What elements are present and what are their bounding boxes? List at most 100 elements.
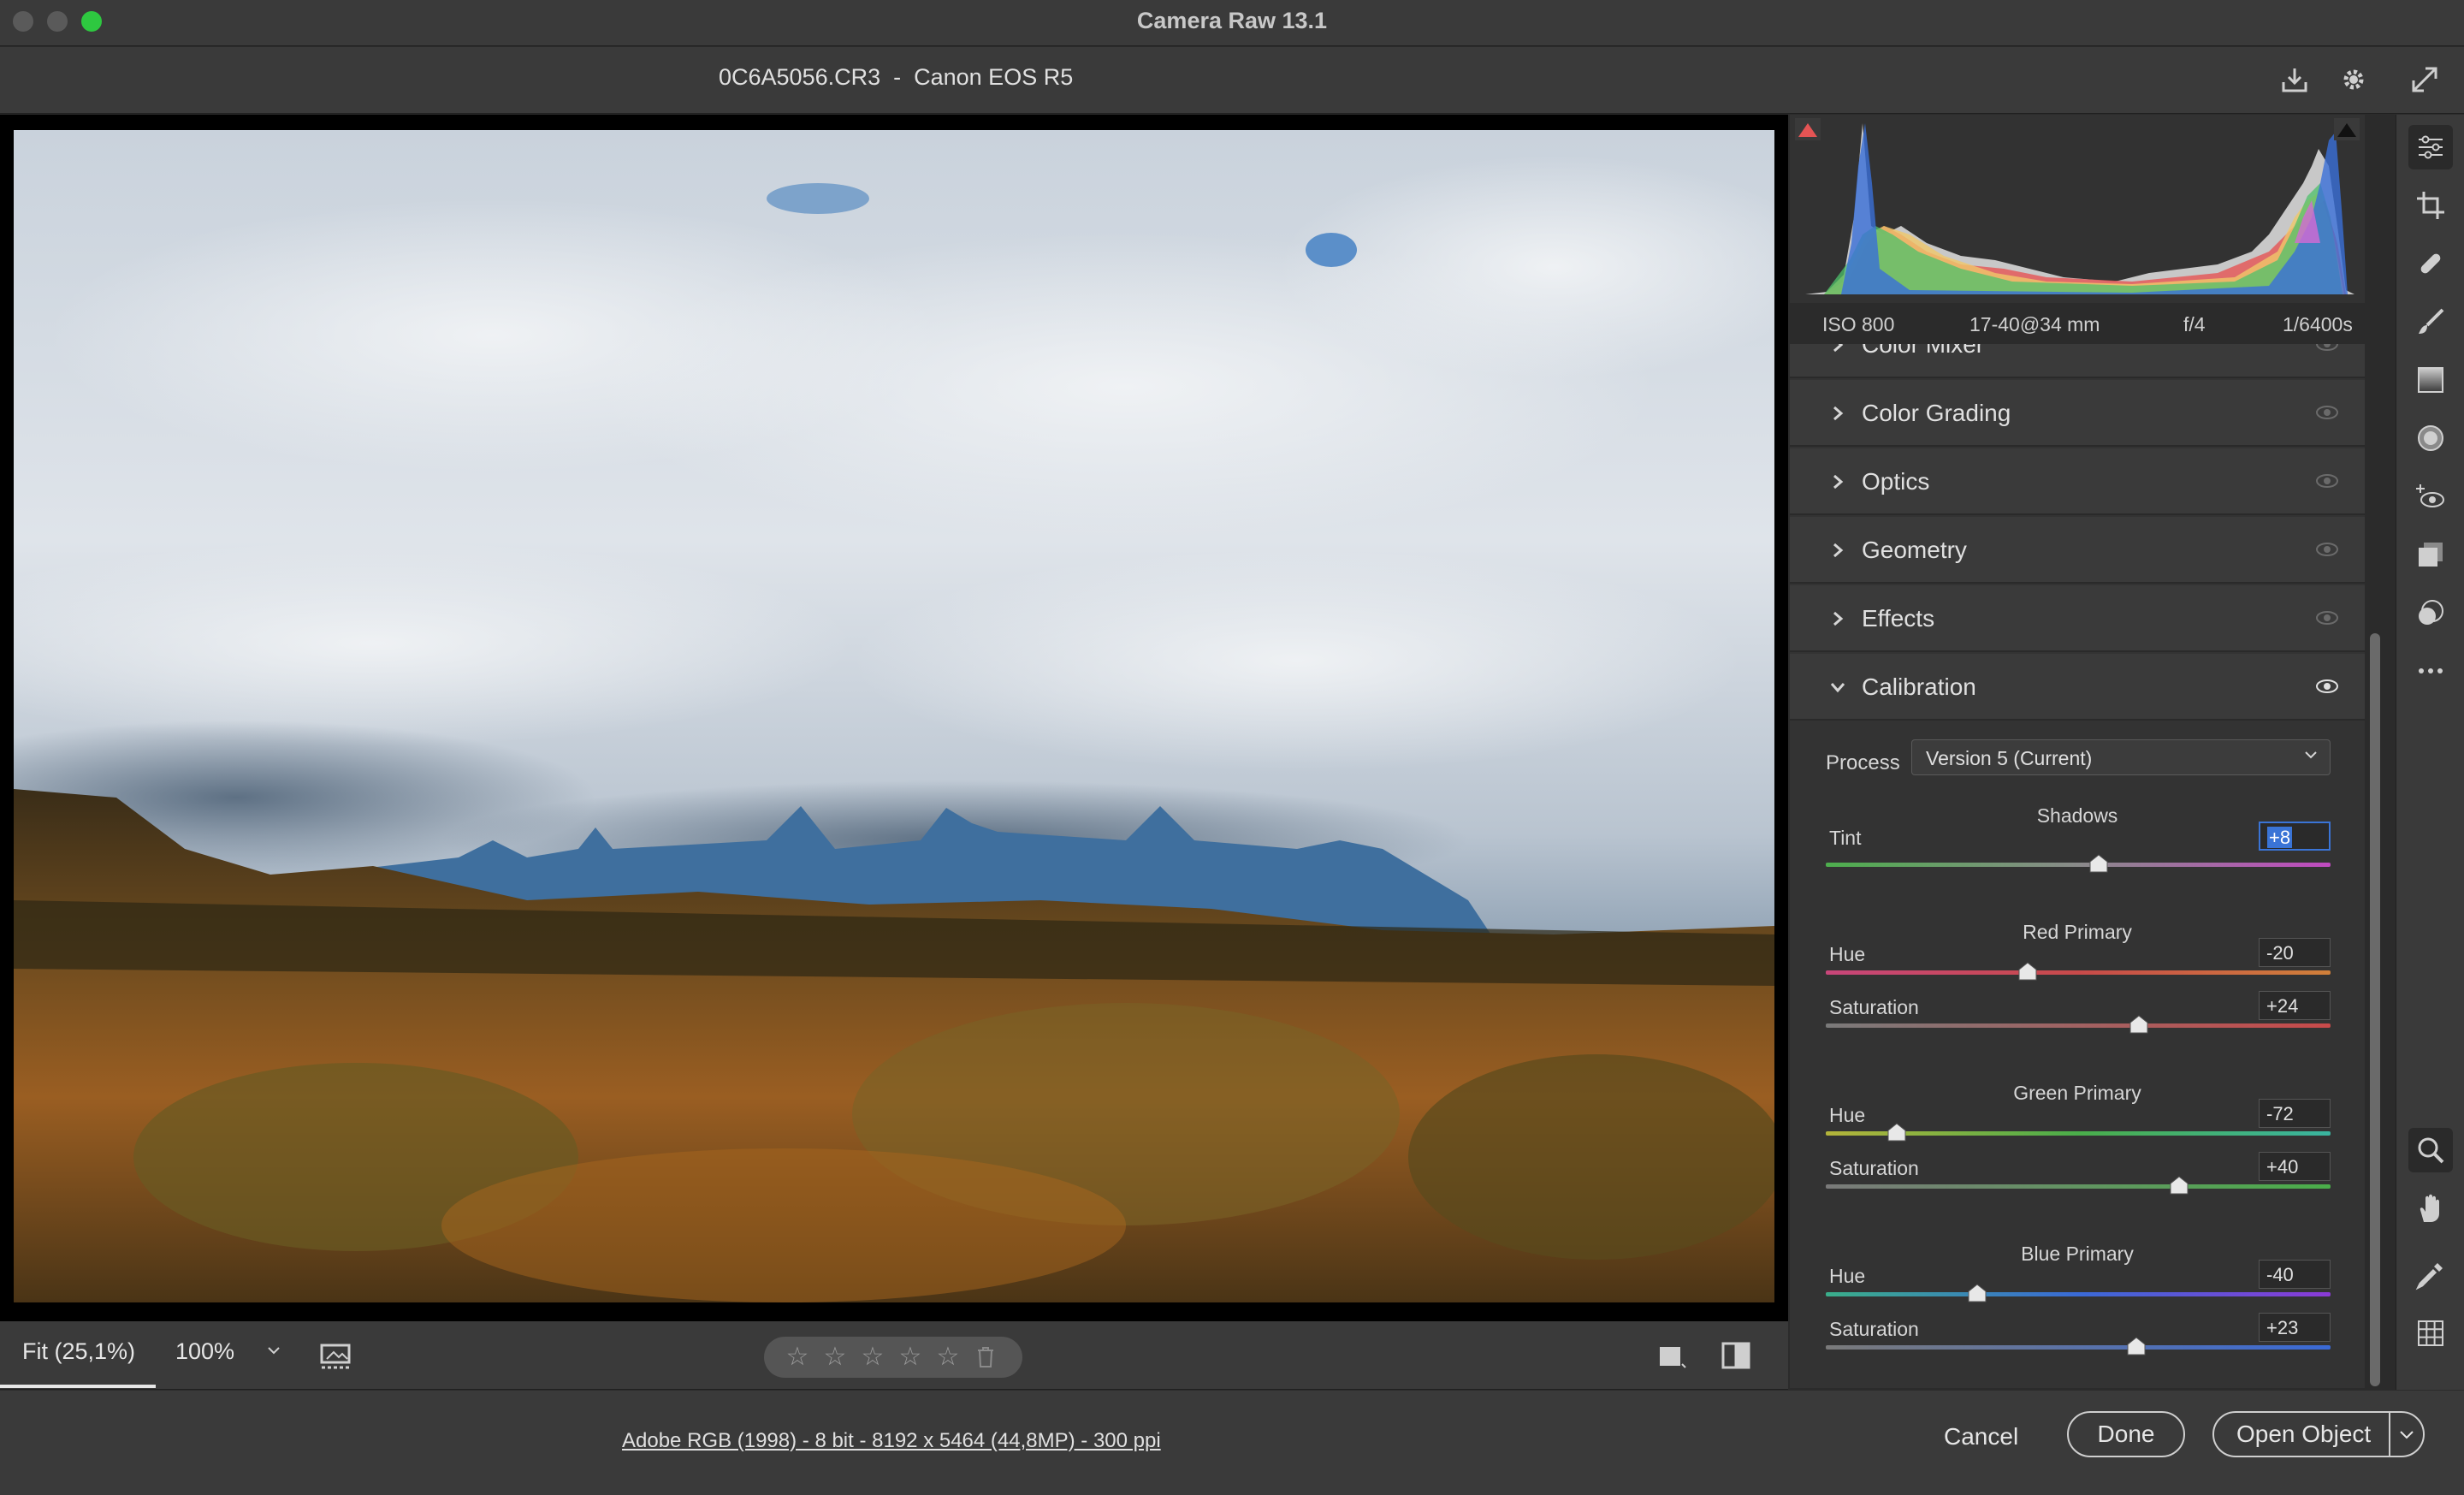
section-color-mixer[interactable]: Color Mixer	[1790, 344, 2365, 378]
expand-icon	[2412, 67, 2437, 92]
grid-overlay-button[interactable]	[2408, 1311, 2453, 1356]
green-saturation-input[interactable]: +40	[2259, 1152, 2331, 1181]
eye-icon[interactable]	[2315, 540, 2339, 559]
section-title: Geometry	[1862, 537, 1967, 563]
star-3-icon[interactable]: ☆	[858, 1344, 887, 1370]
star-1-icon[interactable]: ☆	[783, 1344, 812, 1370]
color-sampler-tool-button[interactable]	[2408, 1253, 2453, 1297]
section-effects[interactable]: Effects	[1790, 585, 2365, 652]
green-hue-input[interactable]: -72	[2259, 1099, 2331, 1128]
star-2-icon[interactable]: ☆	[820, 1344, 850, 1370]
shadows-tint-track[interactable]	[1826, 863, 2331, 867]
fit-zoom-button[interactable]: Fit (25,1%)	[22, 1338, 135, 1365]
blue-saturation-slider-thumb[interactable]	[2127, 1337, 2146, 1356]
blue-saturation-track[interactable]	[1826, 1345, 2331, 1350]
more-icon	[2419, 668, 2443, 673]
photo-preview[interactable]	[14, 130, 1774, 1302]
chevron-down-icon[interactable]	[2399, 1430, 2414, 1440]
mark-for-deletion-button[interactable]	[971, 1346, 1000, 1368]
open-object-button[interactable]: Open Object	[2212, 1411, 2425, 1457]
crop-tool-button[interactable]	[2408, 183, 2453, 228]
section-calibration[interactable]: Calibration	[1790, 654, 2365, 721]
star-5-icon[interactable]: ☆	[933, 1344, 962, 1370]
star-rating: ☆ ☆ ☆ ☆ ☆	[764, 1337, 1022, 1378]
section-optics[interactable]: Optics	[1790, 448, 2365, 515]
red-hue-track[interactable]	[1826, 970, 2331, 975]
red-hue-input[interactable]: -20	[2259, 938, 2331, 967]
zoom-100-button[interactable]: 100%	[175, 1338, 234, 1365]
chevron-down-icon	[268, 1347, 280, 1355]
hand-icon	[2420, 1194, 2439, 1222]
blue-hue-input[interactable]: -40	[2259, 1260, 2331, 1289]
edit-tool-button[interactable]	[2408, 125, 2453, 169]
histogram-graph	[1790, 115, 2365, 303]
green-saturation-track[interactable]	[1826, 1184, 2331, 1189]
blue-hue-track[interactable]	[1826, 1292, 2331, 1296]
section-color-grading[interactable]: Color Grading	[1790, 380, 2365, 447]
grid-icon	[2418, 1320, 2443, 1346]
cycle-view-button[interactable]	[1656, 1340, 1687, 1371]
crop-icon	[2417, 192, 2444, 219]
more-tools-button[interactable]	[2408, 649, 2453, 693]
bandage-icon	[2420, 253, 2441, 274]
eye-icon[interactable]	[2315, 403, 2339, 422]
section-title: Effects	[1862, 605, 1935, 632]
green-hue-label: Hue	[1829, 1104, 1866, 1126]
chevron-right-icon	[1827, 606, 1848, 632]
radial-gradient-tool-button[interactable]	[2408, 416, 2453, 460]
header-bar: 0C6A5056.CR3 - Canon EOS R5	[0, 47, 2464, 114]
shadows-tint-input[interactable]: +8	[2259, 822, 2331, 851]
highlight-clipping-warning-button[interactable]	[2334, 118, 2360, 140]
cancel-button[interactable]: Cancel	[1944, 1423, 2018, 1451]
open-object-label: Open Object	[2236, 1421, 2372, 1447]
blue-saturation-input[interactable]: +23	[2259, 1313, 2331, 1342]
shadow-clipping-warning-button[interactable]	[1795, 118, 1821, 140]
healing-tool-button[interactable]	[2408, 241, 2453, 286]
eye-icon[interactable]	[2315, 608, 2339, 627]
app-title: Camera Raw 13.1	[1136, 8, 1328, 33]
footer-bar: Adobe RGB (1998) - 8 bit - 8192 x 5464 (…	[0, 1391, 2464, 1495]
fullscreen-button[interactable]	[2404, 59, 2445, 100]
workflow-options-link[interactable]: Adobe RGB (1998) - 8 bit - 8192 x 5464 (…	[622, 1429, 1161, 1453]
hand-tool-button[interactable]	[2408, 1186, 2453, 1231]
red-saturation-track[interactable]	[1826, 1023, 2331, 1028]
snapshots-tool-button[interactable]	[2408, 532, 2453, 577]
zoom-tool-button[interactable]	[2408, 1128, 2453, 1172]
fit-zoom-selected-indicator	[0, 1385, 156, 1388]
green-hue-slider-thumb[interactable]	[1887, 1123, 1906, 1142]
brush-tool-button[interactable]	[2408, 300, 2453, 344]
red-saturation-slider-thumb[interactable]	[2129, 1015, 2148, 1034]
done-button[interactable]: Done	[2067, 1411, 2185, 1457]
histogram	[1790, 115, 2365, 303]
shadows-tint-slider-thumb[interactable]	[2089, 854, 2108, 873]
split-divider	[2389, 1413, 2390, 1456]
chevron-down-icon	[1827, 674, 1848, 700]
linear-gradient-tool-button[interactable]	[2408, 358, 2453, 402]
blue-hue-slider-thumb[interactable]	[1968, 1284, 1987, 1302]
chevron-down-icon	[2305, 751, 2317, 759]
edit-panel-scrollbar[interactable]	[2370, 633, 2382, 1386]
chevron-right-icon	[1827, 344, 1848, 358]
section-geometry[interactable]: Geometry	[1790, 517, 2365, 584]
eye-icon[interactable]	[2315, 344, 2339, 353]
red-eye-tool-button[interactable]	[2408, 474, 2453, 519]
green-saturation-slider-thumb[interactable]	[2170, 1176, 2189, 1195]
chevron-right-icon	[1827, 469, 1848, 495]
eye-icon[interactable]	[2315, 677, 2339, 696]
preferences-button[interactable]	[2333, 59, 2374, 100]
save-image-button[interactable]	[2274, 59, 2315, 100]
filmstrip-toggle-button[interactable]	[318, 1342, 356, 1373]
red-saturation-label: Saturation	[1829, 996, 1919, 1018]
red-saturation-input[interactable]: +24	[2259, 991, 2331, 1020]
file-title: 0C6A5056.CR3 - Canon EOS R5	[719, 64, 1074, 90]
process-version-select[interactable]: Version 5 (Current)	[1911, 739, 2331, 775]
red-hue-slider-thumb[interactable]	[2018, 962, 2037, 981]
star-4-icon[interactable]: ☆	[896, 1344, 925, 1370]
before-after-toggle-button[interactable]	[1720, 1340, 1754, 1371]
presets-tool-button[interactable]	[2408, 590, 2453, 635]
clipping-warning-icon	[2334, 118, 2360, 140]
scrollbar-thumb[interactable]	[2370, 633, 2380, 1386]
image-preview-area[interactable]	[0, 115, 1788, 1321]
eye-icon[interactable]	[2315, 472, 2339, 490]
zoom-dropdown[interactable]	[261, 1333, 287, 1367]
